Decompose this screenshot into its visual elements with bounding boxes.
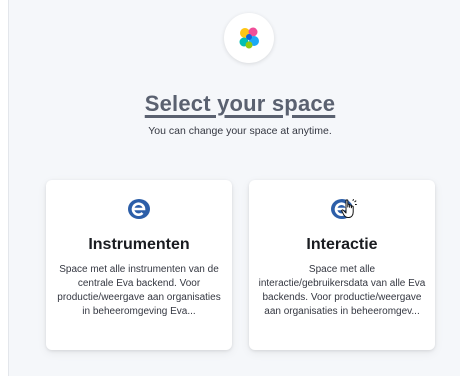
page-subtitle: You can change your space at anytime. xyxy=(148,125,332,137)
elastic-logo-icon xyxy=(239,27,259,49)
logo-badge xyxy=(224,13,274,63)
page-title: Select your space xyxy=(144,91,336,116)
space-e-avatar-icon xyxy=(46,196,232,222)
space-card-instrumenten[interactable]: Instrumenten Space met alle instrumenten… xyxy=(46,180,232,350)
space-card-title: Interactie xyxy=(306,236,378,253)
space-card-description: Space met alle instrumenten van de centr… xyxy=(57,264,221,317)
space-card-interactie[interactable]: Interactie Space met alle interactie/geb… xyxy=(249,180,435,350)
space-card-description: Space met alle interactie/gebruikersdata… xyxy=(258,264,426,317)
space-card-title: Instrumenten xyxy=(88,236,190,253)
space-e-avatar-icon xyxy=(249,196,435,222)
